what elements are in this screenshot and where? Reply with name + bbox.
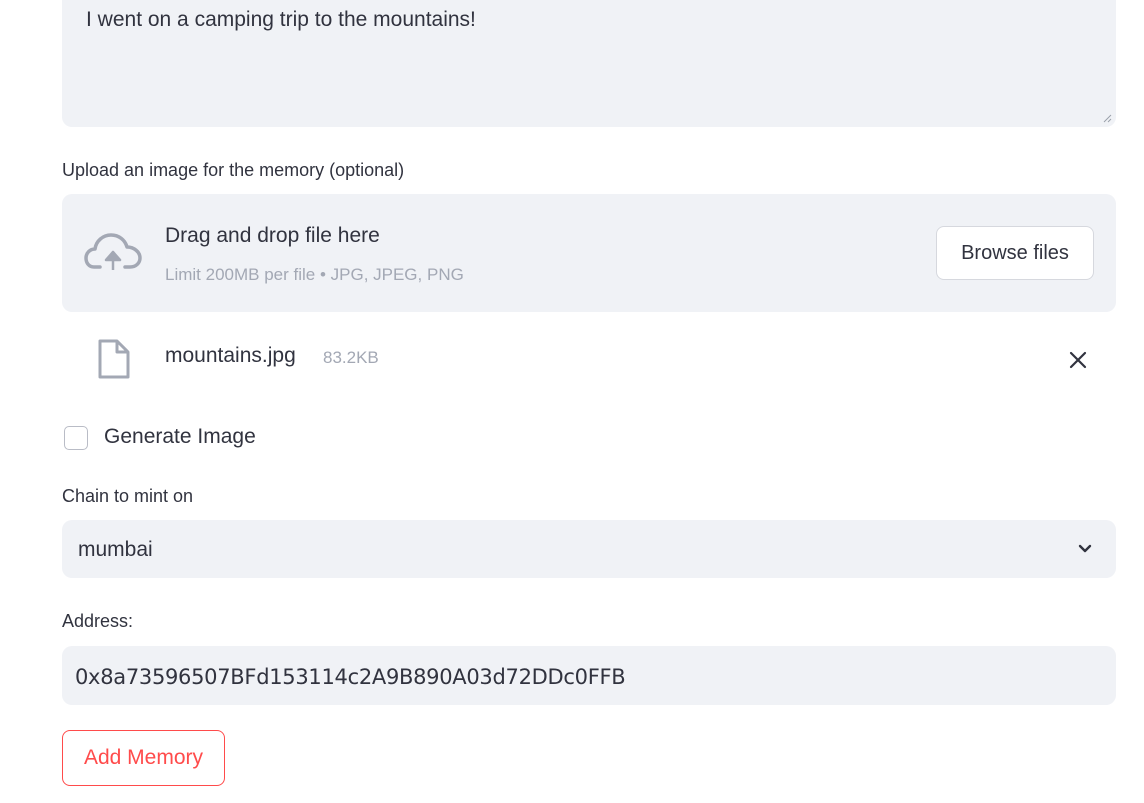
address-input[interactable]: 0x8a73596507BFd153114c2A9B890A03d72DDc0F…: [62, 646, 1116, 705]
file-dropzone[interactable]: Drag and drop file here Limit 200MB per …: [62, 194, 1116, 312]
chain-label: Chain to mint on: [62, 486, 194, 506]
generate-image-label[interactable]: Generate Image: [104, 425, 256, 449]
address-label: Address:: [62, 611, 134, 631]
add-memory-button[interactable]: Add Memory: [62, 730, 225, 786]
memory-form: I went on a camping trip to the mountain…: [0, 0, 1144, 803]
dropzone-limit-text: Limit 200MB per file • JPG, JPEG, PNG: [165, 265, 464, 284]
cloud-upload-icon: [84, 233, 142, 270]
file-icon: [98, 339, 130, 379]
address-value: 0x8a73596507BFd153114c2A9B890A03d72DDc0F…: [75, 665, 626, 689]
chain-selected-value: mumbai: [78, 538, 153, 561]
close-icon[interactable]: [1066, 348, 1090, 372]
memory-text-area[interactable]: I went on a camping trip to the mountain…: [62, 0, 1116, 127]
memory-text-value: I went on a camping trip to the mountain…: [86, 8, 476, 31]
file-name: mountains.jpg: [165, 344, 296, 367]
upload-label: Upload an image for the memory (optional…: [62, 160, 405, 180]
file-size: 83.2KB: [323, 348, 379, 367]
resize-grip-icon[interactable]: [1102, 113, 1112, 123]
browse-files-button[interactable]: Browse files: [936, 226, 1094, 280]
dropzone-title: Drag and drop file here: [165, 224, 380, 247]
generate-image-checkbox[interactable]: [64, 426, 88, 450]
chevron-down-icon: [1078, 544, 1092, 553]
chain-select[interactable]: mumbai: [62, 520, 1116, 578]
